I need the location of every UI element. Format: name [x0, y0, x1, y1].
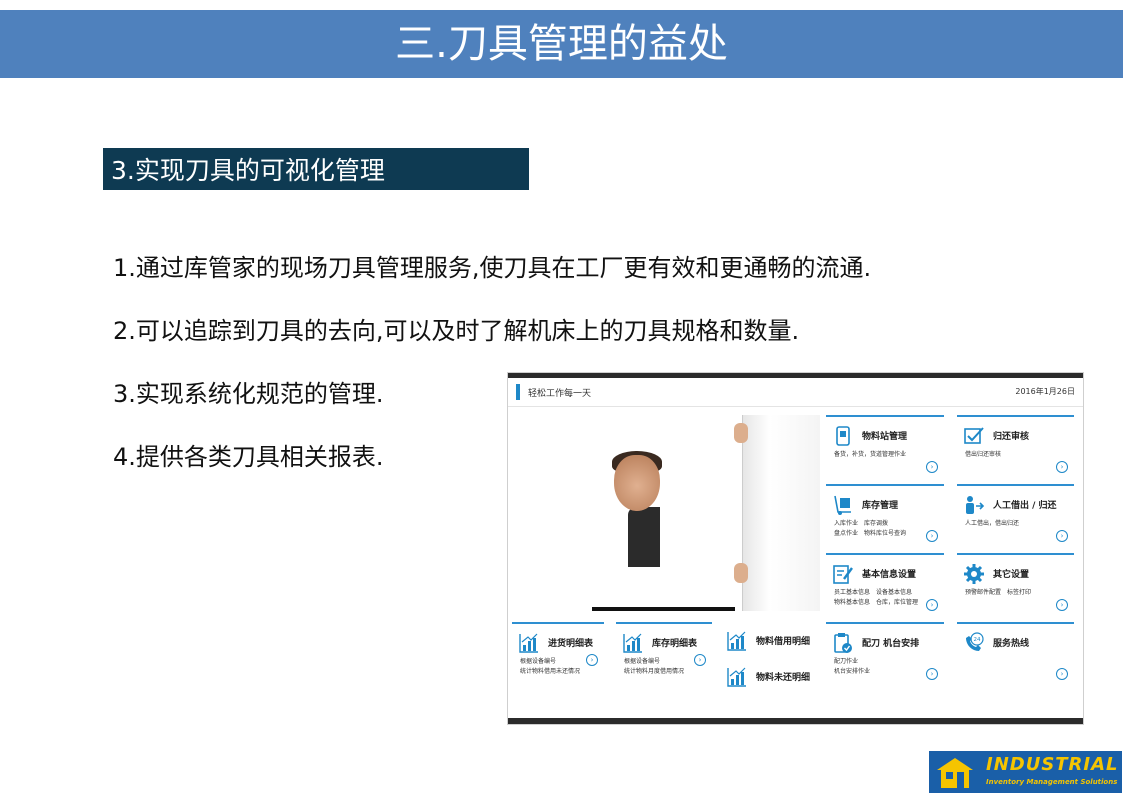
window-bottom-bar — [508, 718, 1083, 724]
go-arrow-icon[interactable]: › — [1056, 668, 1068, 680]
tile-title: 进货明细表 — [548, 639, 594, 649]
clipboard-check-icon — [834, 633, 852, 653]
bullet-4: 4.提供各类刀具相关报表. — [113, 443, 384, 471]
tile-desc: 根据设备编号统计物料月度借用情况 — [624, 657, 684, 677]
desc-line: 盘点作业 物料库位号查询 — [834, 530, 907, 537]
tile-desc: 员工基本信息 设备基本信息 物料基本信息 仓库，库位管理 — [834, 588, 918, 608]
person-exchange-icon — [966, 496, 985, 514]
tile-unreturned-detail[interactable]: 物料未还明细 — [720, 658, 816, 692]
desc-line: 员工基本信息 设备基本信息 — [834, 589, 913, 596]
tile-title: 基本信息设置 — [862, 570, 917, 580]
go-arrow-icon[interactable]: › — [694, 654, 706, 666]
greeting-text: 轻松工作每一天 — [528, 389, 592, 399]
bullet-3: 3.实现系统化规范的管理. — [113, 380, 384, 408]
tile-desc: 人工借出，借出归还 — [965, 520, 1020, 527]
tile-desc: 入库作业 库存调拨盘点作业 物料库位号查询 — [834, 519, 906, 539]
go-arrow-icon[interactable]: › — [926, 668, 938, 680]
app-header: 轻松工作每一天 2016年1月26日 — [508, 378, 1083, 407]
bar-chart-icon — [519, 633, 538, 653]
tile-inventory[interactable]: 库存管理 入库作业 库存调拨盘点作业 物料库位号查询 › — [826, 484, 944, 550]
desc-line: 配刀作业 — [834, 658, 859, 665]
bar-chart-icon — [727, 631, 746, 651]
tile-title: 人工借出 / 归还 — [993, 501, 1057, 511]
go-arrow-icon[interactable]: › — [926, 461, 938, 473]
desc-line: 物料基本信息 仓库，库位管理 — [834, 599, 919, 606]
edit-form-icon — [833, 565, 853, 584]
desc-line: 统计物料月度借用情况 — [624, 668, 685, 675]
go-arrow-icon[interactable]: › — [586, 654, 598, 666]
header-accent — [516, 384, 520, 400]
tile-title: 物料未还明细 — [756, 673, 811, 683]
desc-line: 机台安排作业 — [834, 668, 871, 675]
handtruck-icon — [834, 495, 851, 515]
tile-desc: 借出归还审核 — [965, 451, 1002, 458]
tile-manual-lend[interactable]: 人工借出 / 归还 人工借出，借出归还 › — [957, 484, 1074, 550]
tile-borrow-detail[interactable]: 物料借用明细 — [720, 622, 816, 656]
tile-other-settings[interactable]: 其它设置 预警邮件配置 标签打印 › — [957, 553, 1074, 619]
section-heading: 3.实现刀具的可视化管理 — [103, 148, 529, 190]
welcome-photo — [592, 415, 820, 611]
tile-title: 库存管理 — [862, 501, 899, 511]
tile-return-review[interactable]: 归还审核 借出归还审核 › — [957, 415, 1074, 481]
tile-hotline[interactable]: 24 服务热线 › — [957, 622, 1074, 688]
tile-title: 服务热线 — [993, 639, 1030, 649]
house-logo-icon — [937, 758, 973, 788]
tile-desc: 配刀作业机台安排作业 — [834, 657, 870, 677]
person-hand-top — [734, 423, 748, 443]
phone-24-icon: 24 — [966, 632, 984, 651]
go-arrow-icon[interactable]: › — [926, 530, 938, 542]
tile-title: 配刀 机台安排 — [862, 639, 920, 649]
desc-line: 根据设备编号 — [520, 658, 557, 665]
tile-desc: 根据设备编号统计物料借用未还情况 — [520, 657, 580, 677]
person-hand-bottom — [734, 563, 748, 583]
go-arrow-icon[interactable]: › — [926, 599, 938, 611]
tile-title: 物料借用明细 — [756, 637, 811, 647]
bar-chart-icon — [727, 667, 746, 687]
date-text: 2016年1月26日 — [1015, 387, 1075, 396]
tile-inbound-detail[interactable]: 进货明细表 根据设备编号统计物料借用未还情况 › — [512, 622, 604, 688]
app-screenshot: 轻松工作每一天 2016年1月26日 物料站管理 备货，补货，货道管理作业 › … — [507, 372, 1084, 725]
industrial-logo: INDUSTRIAL Inventory Management Solution… — [929, 751, 1122, 793]
white-board — [742, 415, 820, 611]
logo-tagline: Inventory Management Solutions — [986, 778, 1118, 786]
tile-title: 物料站管理 — [862, 432, 908, 442]
go-arrow-icon[interactable]: › — [1056, 461, 1068, 473]
person-body — [628, 507, 660, 567]
tile-tool-assign[interactable]: 配刀 机台安排 配刀作业机台安排作业 › — [826, 622, 944, 688]
desc-line: 统计物料借用未还情况 — [520, 668, 581, 675]
checkmark-icon — [964, 427, 984, 444]
tile-basic-info[interactable]: 基本信息设置 员工基本信息 设备基本信息 物料基本信息 仓库，库位管理 › — [826, 553, 944, 619]
desc-line: 入库作业 库存调拨 — [834, 520, 889, 527]
bar-chart-icon — [623, 633, 642, 653]
desc-line: 根据设备编号 — [624, 658, 661, 665]
tile-title: 归还审核 — [993, 432, 1030, 442]
tablet-icon — [836, 426, 850, 446]
page-title: 三.刀具管理的益处 — [395, 21, 728, 67]
svg-text:24: 24 — [974, 637, 981, 643]
tile-title: 库存明细表 — [652, 639, 698, 649]
tile-material-station[interactable]: 物料站管理 备货，补货，货道管理作业 › — [826, 415, 944, 481]
bullet-1: 1.通过库管家的现场刀具管理服务,使刀具在工厂更有效和更通畅的流通. — [113, 254, 872, 282]
logo-wordmark: INDUSTRIAL — [986, 754, 1119, 775]
tile-title: 其它设置 — [993, 570, 1030, 580]
tile-desc: 预警邮件配置 标签打印 — [965, 589, 1032, 596]
person-face — [614, 455, 660, 511]
tile-desc: 备货，补货，货道管理作业 — [834, 451, 907, 458]
gear-icon — [964, 564, 984, 584]
tile-stock-detail[interactable]: 库存明细表 根据设备编号统计物料月度借用情况 › — [616, 622, 712, 688]
go-arrow-icon[interactable]: › — [1056, 530, 1068, 542]
go-arrow-icon[interactable]: › — [1056, 599, 1068, 611]
bullet-2: 2.可以追踪到刀具的去向,可以及时了解机床上的刀具规格和数量. — [113, 317, 800, 345]
photo-caption-strip — [592, 607, 735, 611]
